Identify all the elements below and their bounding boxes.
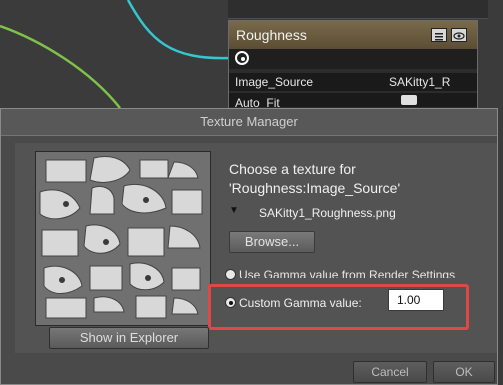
node-property-row[interactable]: Image_Source SAKitty1_R [229,73,477,91]
browse-button[interactable]: Browse... [229,231,315,253]
property-name: Image_Source [235,75,314,89]
node-title: Roughness [236,27,307,43]
texture-dropdown-value[interactable]: SAKitty1_Roughness.png [259,206,396,220]
property-value: SAKitty1_R [389,75,451,89]
node-port-row [229,49,477,69]
cancel-button[interactable]: Cancel [353,361,427,383]
gamma-render-label: Use Gamma value from Render Settings [239,268,456,278]
radio-selected-dot [229,301,233,305]
texture-manager-dialog: Texture Manager Choose a texture for 'Ro… [0,108,498,385]
prompt-line-1: Choose a texture for [229,161,356,177]
output-port-icon[interactable] [235,51,249,65]
dialog-title: Texture Manager [1,109,497,136]
show-in-explorer-button[interactable]: Show in Explorer [49,327,209,349]
port-dot [241,57,245,61]
custom-gamma-label: Custom Gamma value: [239,296,362,310]
dropdown-arrow-icon[interactable]: ▼ [229,205,239,216]
auto-fit-toggle[interactable] [401,95,417,105]
custom-gamma-input[interactable] [388,289,444,311]
auto-fit-row[interactable]: Auto_Fit [229,93,477,107]
node-top-edge [228,0,488,19]
texture-preview-image [35,151,211,326]
menu-icon[interactable] [431,28,447,42]
gamma-render-radio[interactable] [225,269,236,280]
eye-icon[interactable] [451,28,467,42]
auto-fit-label: Auto_Fit [235,96,280,107]
prompt-line-2: 'Roughness:Image_Source' [229,180,401,196]
ok-button[interactable]: OK [433,361,495,383]
custom-gamma-radio[interactable] [225,297,236,308]
